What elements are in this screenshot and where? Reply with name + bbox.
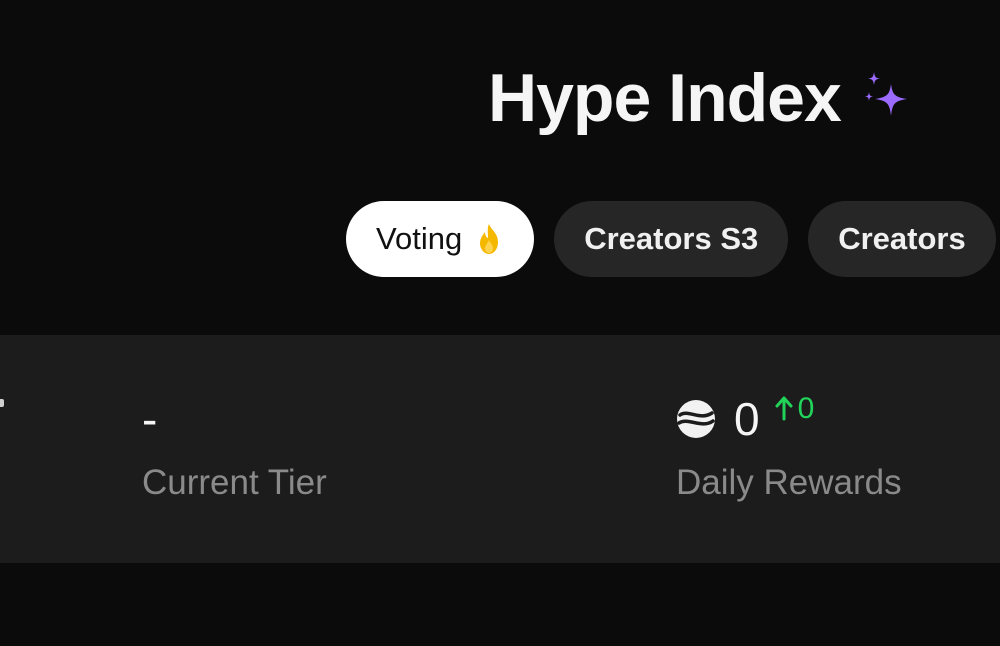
hype-index-page: Hype Index Voting Creators S3 Creators - [0, 0, 1000, 646]
daily-rewards-delta: 0 [774, 392, 815, 425]
category-tabs: Voting Creators S3 Creators [346, 201, 996, 277]
arrow-up-icon [775, 396, 793, 421]
tab-voting-label: Voting [376, 221, 463, 256]
tab-creators[interactable]: Creators [808, 201, 996, 277]
current-tier-value-row: - [142, 387, 327, 451]
current-tier-stat: - Current Tier [142, 387, 327, 505]
clipped-stat-edge [0, 399, 4, 407]
stats-panel: - Current Tier 0 0 Daily Rewards [0, 335, 1000, 563]
daily-rewards-value-row: 0 0 [676, 387, 902, 451]
daily-rewards-delta-value: 0 [797, 392, 815, 425]
daily-rewards-label: Daily Rewards [676, 463, 902, 502]
tab-creators-s3-label: Creators S3 [584, 221, 759, 256]
current-tier-value: - [142, 393, 158, 445]
coin-icon [677, 400, 715, 438]
tab-voting[interactable]: Voting [346, 201, 535, 277]
current-tier-label: Current Tier [142, 463, 327, 502]
tab-creators-label: Creators [838, 221, 966, 256]
page-title: Hype Index [488, 60, 842, 136]
sparkles-icon [864, 72, 907, 116]
fire-icon [480, 224, 499, 254]
daily-rewards-stat: 0 0 Daily Rewards [676, 387, 902, 505]
tab-creators-s3[interactable]: Creators S3 [554, 201, 789, 277]
page-header: Hype Index [488, 58, 913, 138]
daily-rewards-value: 0 [734, 393, 760, 445]
